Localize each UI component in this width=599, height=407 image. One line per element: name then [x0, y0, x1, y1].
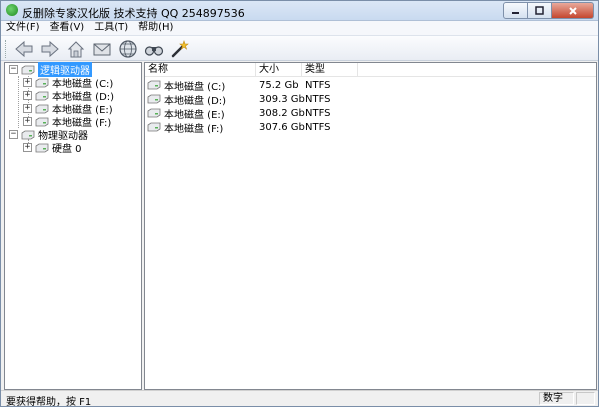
- drive-icon: [147, 80, 161, 90]
- app-window: 反删除专家汉化版 技术支持 QQ 254897536 文件(F) 查看(V) 工…: [0, 0, 599, 407]
- list-cell-name: 本地磁盘 (F:): [145, 120, 256, 135]
- up-button[interactable]: [65, 38, 87, 60]
- globe-icon: [119, 40, 137, 58]
- list-cell-name: 本地磁盘 (C:): [145, 78, 256, 93]
- list-header: 名称 大小 类型: [145, 63, 596, 77]
- minimize-icon: [512, 12, 519, 14]
- menu-file[interactable]: 文件(F): [6, 21, 40, 35]
- drive-icon: [35, 91, 49, 100]
- expand-toggle[interactable]: +: [23, 91, 32, 100]
- tree-pane[interactable]: − 逻辑驱动器 + 本地磁盘 (C:) + 本地磁盘 (D:) + 本地磁盘 (…: [4, 62, 142, 390]
- back-arrow-icon: [15, 40, 33, 58]
- minimize-button[interactable]: [503, 2, 528, 19]
- expand-toggle[interactable]: +: [23, 104, 32, 113]
- column-header-name[interactable]: 名称: [145, 63, 256, 76]
- tree-node-disk-0[interactable]: + 硬盘 0: [23, 140, 82, 155]
- envelope-icon: [93, 43, 111, 56]
- forward-arrow-icon: [41, 40, 59, 58]
- back-button[interactable]: [13, 38, 35, 60]
- status-help-text: 要获得帮助，按 F1: [6, 397, 92, 407]
- drive-name: 本地磁盘 (F:): [164, 123, 224, 135]
- drive-icon: [21, 130, 35, 139]
- maximize-icon: [535, 6, 544, 15]
- maximize-button[interactable]: [528, 2, 552, 19]
- list-item[interactable]: 本地磁盘 (E:) 308.2 Gb NTFS: [145, 106, 596, 121]
- drive-type: NTFS: [305, 93, 331, 105]
- close-icon: [568, 6, 577, 15]
- expand-toggle[interactable]: +: [23, 143, 32, 152]
- drive-type: NTFS: [305, 79, 331, 91]
- collapse-toggle[interactable]: −: [9, 65, 18, 74]
- list-item[interactable]: 本地磁盘 (C:) 75.2 Gb NTFS: [145, 78, 596, 93]
- menu-bar: 文件(F) 查看(V) 工具(T) 帮助(H): [1, 21, 598, 35]
- drive-type: NTFS: [305, 107, 331, 119]
- title-bar[interactable]: 反删除专家汉化版 技术支持 QQ 254897536: [1, 1, 598, 21]
- drive-icon: [35, 78, 49, 87]
- drive-icon: [35, 104, 49, 113]
- tree-guide-line: [18, 76, 19, 128]
- drive-icon: [147, 122, 161, 132]
- drive-size: 75.2 Gb: [259, 79, 299, 91]
- drive-name: 本地磁盘 (E:): [164, 109, 225, 121]
- expand-toggle[interactable]: +: [23, 117, 32, 126]
- menu-view[interactable]: 查看(V): [50, 21, 85, 35]
- drive-type: NTFS: [305, 121, 331, 133]
- window-title: 反删除专家汉化版 技术支持 QQ 254897536: [22, 7, 245, 20]
- drive-name: 本地磁盘 (C:): [164, 81, 226, 93]
- toolbar: [1, 35, 598, 61]
- tree-label-disk-0[interactable]: 硬盘 0: [52, 140, 82, 155]
- drive-icon: [35, 143, 49, 152]
- drive-size: 307.6 Gb: [259, 121, 305, 133]
- binoculars-icon: [144, 46, 164, 56]
- list-item[interactable]: 本地磁盘 (D:) 309.3 Gb NTFS: [145, 92, 596, 107]
- list-cell-name: 本地磁盘 (E:): [145, 106, 256, 121]
- status-num-lock: 数字: [539, 392, 574, 405]
- mail-button[interactable]: [91, 38, 113, 60]
- menu-help[interactable]: 帮助(H): [138, 21, 173, 35]
- forward-button[interactable]: [39, 38, 61, 60]
- status-bar: 要获得帮助，按 F1 数字: [1, 390, 598, 407]
- drive-icon: [147, 108, 161, 118]
- up-folder-icon: [67, 41, 85, 58]
- column-header-size[interactable]: 大小: [256, 63, 302, 76]
- app-icon: [6, 4, 18, 16]
- drive-icon: [147, 94, 161, 104]
- drive-icon: [35, 117, 49, 126]
- drive-icon: [21, 65, 35, 74]
- list-cell-name: 本地磁盘 (D:): [145, 92, 256, 107]
- close-button[interactable]: [552, 2, 594, 19]
- status-empty-panel: [576, 392, 595, 405]
- drive-size: 308.2 Gb: [259, 107, 305, 119]
- magic-wand-icon: [171, 40, 189, 58]
- web-button[interactable]: [117, 38, 139, 60]
- search-button[interactable]: [143, 38, 165, 60]
- column-header-type[interactable]: 类型: [302, 63, 358, 76]
- window-controls: [503, 2, 594, 19]
- expand-toggle[interactable]: +: [23, 78, 32, 87]
- list-pane[interactable]: 名称 大小 类型 本地磁盘 (C:) 75.2 Gb NTFS 本地磁盘 (D:…: [144, 62, 597, 390]
- collapse-toggle[interactable]: −: [9, 130, 18, 139]
- wizard-button[interactable]: [169, 38, 191, 60]
- drive-name: 本地磁盘 (D:): [164, 95, 227, 107]
- list-item[interactable]: 本地磁盘 (F:) 307.6 Gb NTFS: [145, 120, 596, 135]
- menu-tools[interactable]: 工具(T): [94, 21, 128, 35]
- drive-size: 309.3 Gb: [259, 93, 305, 105]
- toolbar-grip[interactable]: [5, 40, 8, 58]
